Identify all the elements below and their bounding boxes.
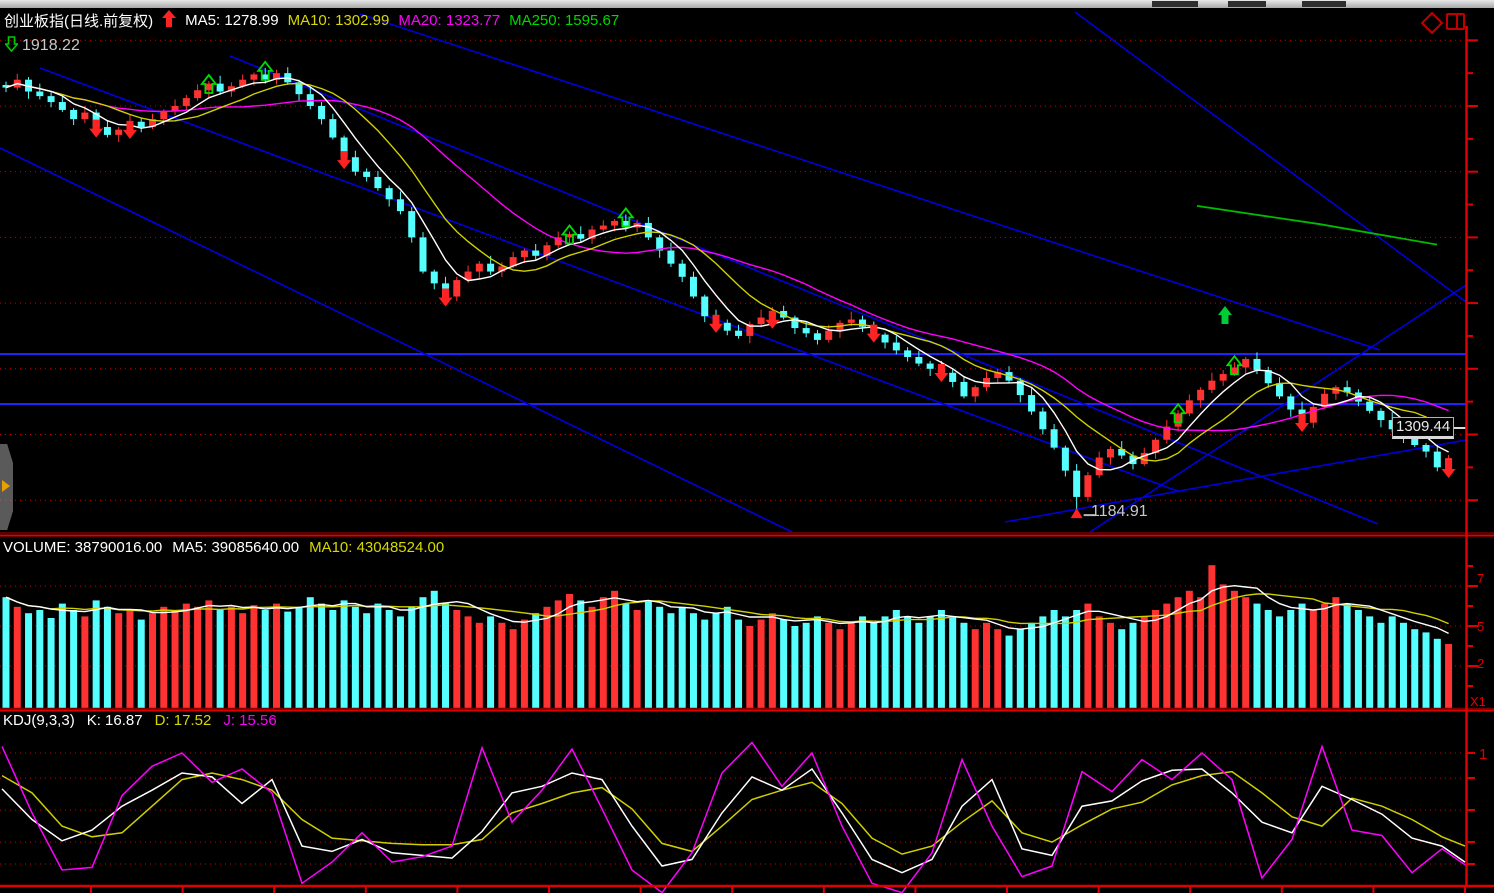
splitter-notch [1302,1,1346,7]
main-chart-header: 创业板指(日线.前复权) MA5: 1278.99 MA10: 1302.99 … [4,10,619,31]
volume-axis-unit: X1 [1470,694,1486,709]
trading-app-window: 创业板指(日线.前复权) MA5: 1278.99 MA10: 1302.99 … [0,0,1494,893]
window-layout-icon[interactable] [1446,13,1465,30]
volume-header: VOLUME: 38790016.00 MA5: 39085640.00 MA1… [3,539,444,556]
symbol-title[interactable]: 创业板指(日线.前复权) [4,10,153,31]
ma10-readout: MA10: 1302.99 [287,12,390,29]
kdj-j-readout: J: 15.56 [223,712,277,729]
high-price-label: 1918.22 [22,37,80,54]
ma250-readout: MA250: 1595.67 [509,12,620,29]
kdj-d-readout: D: 17.52 [154,712,212,729]
high-price-marker: 1918.22 [3,36,80,56]
splitter-notch [1152,1,1198,7]
volume-axis-tick-5000: 5 [1477,619,1485,634]
chart-canvas[interactable] [0,0,1494,893]
ma5-readout: MA5: 1278.99 [185,12,279,29]
green-down-arrow-icon [3,36,20,56]
kdj-k-readout: K: 16.87 [86,712,143,729]
splitter-notch [1228,1,1266,7]
last-price-box: 1309.44 [1392,417,1455,439]
low-price-label: 1184.91 [1091,503,1148,520]
kdj-label[interactable]: KDJ(9,3,3) [3,712,75,729]
kdj-header: KDJ(9,3,3) K: 16.87 D: 17.52 J: 15.56 [3,712,277,729]
up-arrow-icon [162,10,177,31]
volume-axis-tick-7500: 7 [1477,571,1485,586]
kdj-axis-tick-100: 1 [1479,746,1488,763]
volume-readout: VOLUME: 38790016.00 [3,539,163,556]
top-splitter-bar[interactable] [0,0,1494,8]
sidebar-flyout-handle[interactable] [0,444,13,530]
volume-ma10-readout: MA10: 43048524.00 [309,539,445,556]
expand-right-icon [2,480,10,492]
volume-axis-tick-2500: 2 [1477,656,1485,671]
volume-ma5-readout: MA5: 39085640.00 [172,539,300,556]
ma20-readout: MA20: 1323.77 [398,12,501,29]
